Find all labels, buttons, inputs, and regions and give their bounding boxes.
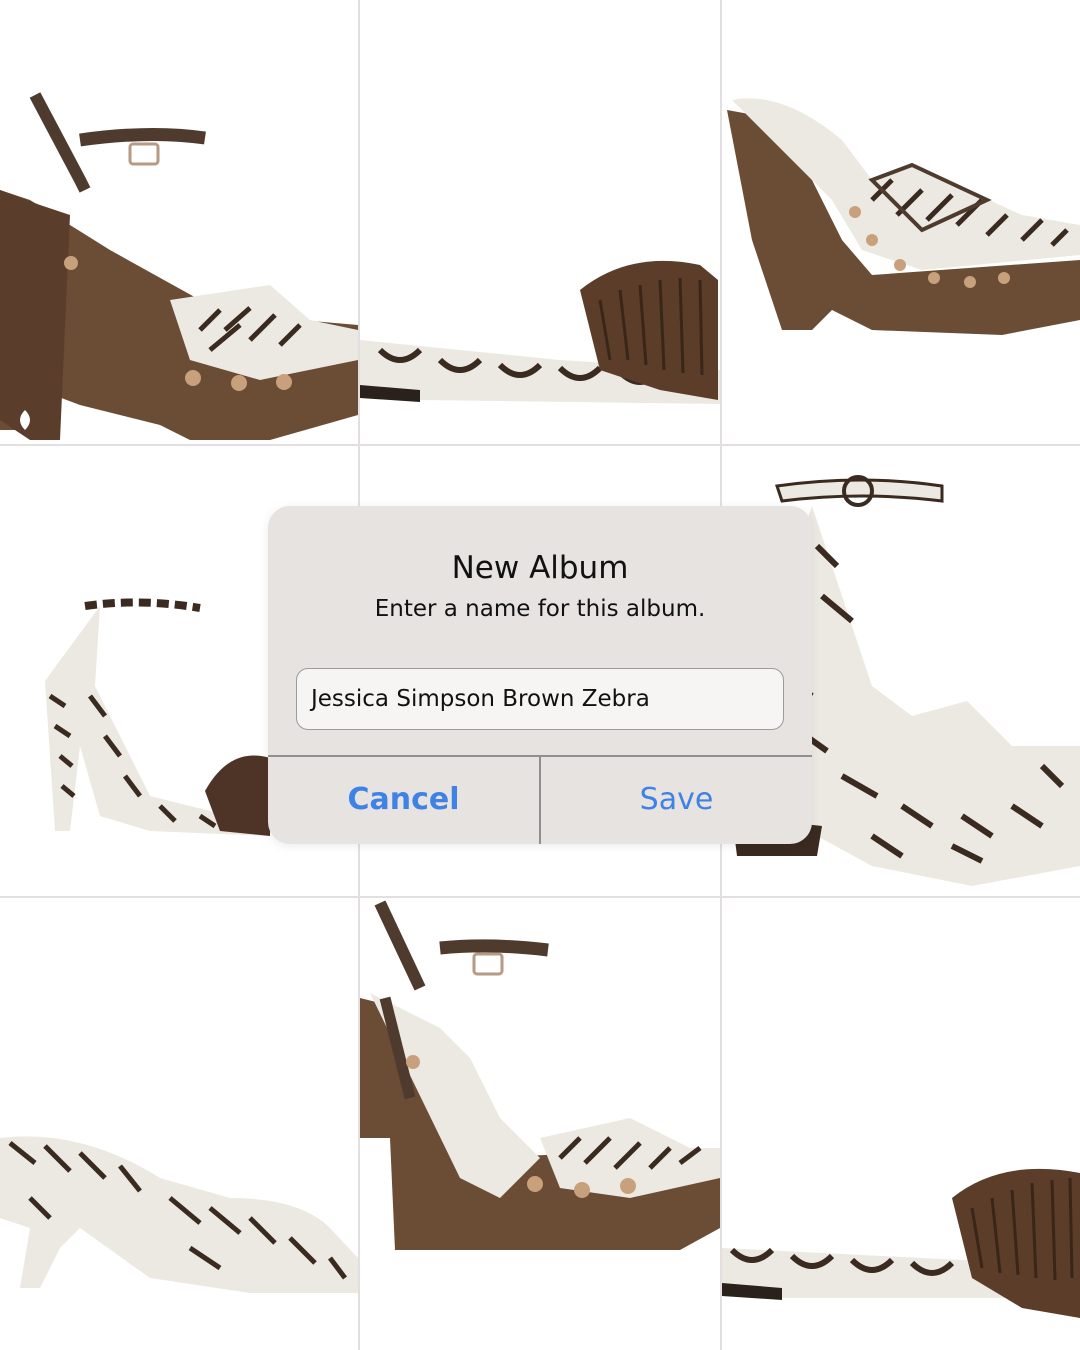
album-name-input[interactable]: Jessica Simpson Brown Zebra [296, 668, 784, 730]
photo-tile-2[interactable] [360, 0, 720, 444]
photo-tile-1[interactable] [0, 0, 358, 444]
photo-tile-7[interactable] [0, 898, 358, 1350]
platform-heel-sandal-image [360, 900, 720, 1250]
platform-mule-image [727, 98, 1080, 335]
save-button[interactable]: Save [541, 756, 812, 844]
photo-tile-3[interactable] [722, 0, 1080, 444]
cancel-button[interactable]: Cancel [268, 756, 539, 844]
raffia-slide-sandal-image [722, 1168, 1080, 1318]
platform-heel-sandal-image [0, 92, 358, 440]
raffia-slide-sandal-image [360, 260, 720, 404]
dialog-message: Enter a name for this album. [374, 596, 706, 622]
grid-divider [0, 896, 1080, 898]
new-album-dialog: New Album Enter a name for this album. J… [268, 506, 812, 844]
dialog-title: New Album [451, 550, 629, 586]
photo-tile-9[interactable] [722, 898, 1080, 1350]
grid-divider [0, 444, 1080, 446]
zebra-knot-mule-image [0, 1136, 358, 1293]
photo-tile-8[interactable] [360, 898, 720, 1350]
